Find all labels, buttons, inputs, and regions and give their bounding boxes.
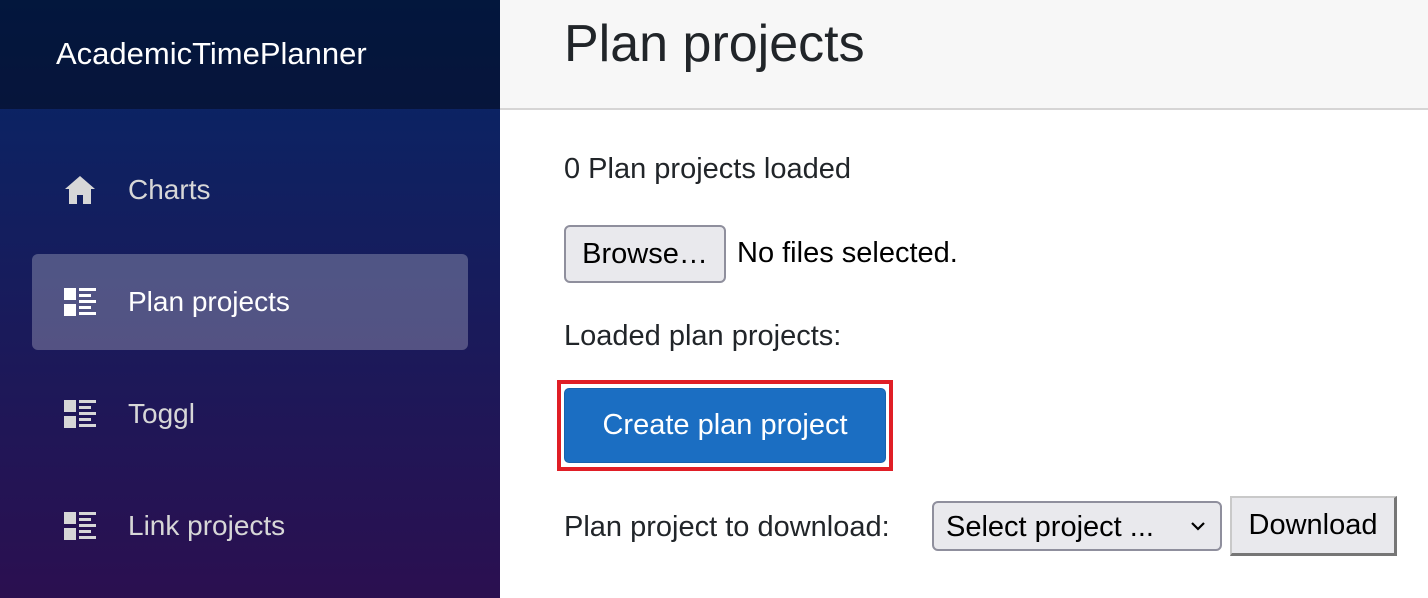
loaded-plan-projects-label: Loaded plan projects:	[564, 320, 842, 352]
sidebar-item-charts[interactable]: Charts	[32, 142, 468, 238]
download-button[interactable]: Download	[1230, 496, 1397, 556]
list-icon	[64, 288, 96, 316]
sidebar-item-label: Plan projects	[128, 286, 290, 317]
project-select[interactable]: Select project ...	[932, 501, 1222, 551]
sidebar-item-label: Toggl	[128, 398, 195, 429]
home-icon	[65, 176, 95, 204]
sidebar-item-label: Charts	[128, 174, 211, 205]
list-icon	[64, 400, 96, 428]
browse-button[interactable]: Browse…	[564, 225, 726, 283]
sidebar: AcademicTimePlanner Charts Plan projects	[0, 0, 500, 598]
create-plan-project-button[interactable]: Create plan project	[564, 388, 886, 463]
sidebar-item-link-projects[interactable]: Link projects	[32, 478, 468, 574]
brand-bar: AcademicTimePlanner	[0, 0, 500, 109]
sidebar-item-plan-projects[interactable]: Plan projects	[32, 254, 468, 350]
file-status-text: No files selected.	[737, 237, 958, 269]
brand-link[interactable]: AcademicTimePlanner	[56, 36, 367, 72]
main-content: 0 Plan projects loaded Browse… No files …	[557, 110, 1424, 598]
download-label: Plan project to download:	[564, 511, 890, 543]
sidebar-item-toggl[interactable]: Toggl	[32, 366, 468, 462]
chevron-down-icon	[1191, 522, 1205, 531]
list-icon	[64, 512, 96, 540]
page-title: Plan projects	[564, 15, 865, 73]
project-select-value: Select project ...	[946, 511, 1154, 543]
sidebar-item-label: Link projects	[128, 510, 286, 541]
app-root: AcademicTimePlanner Charts Plan projects	[0, 0, 1428, 598]
top-row: Plan projects	[500, 0, 1428, 110]
loaded-count-text: 0 Plan projects loaded	[564, 153, 851, 185]
